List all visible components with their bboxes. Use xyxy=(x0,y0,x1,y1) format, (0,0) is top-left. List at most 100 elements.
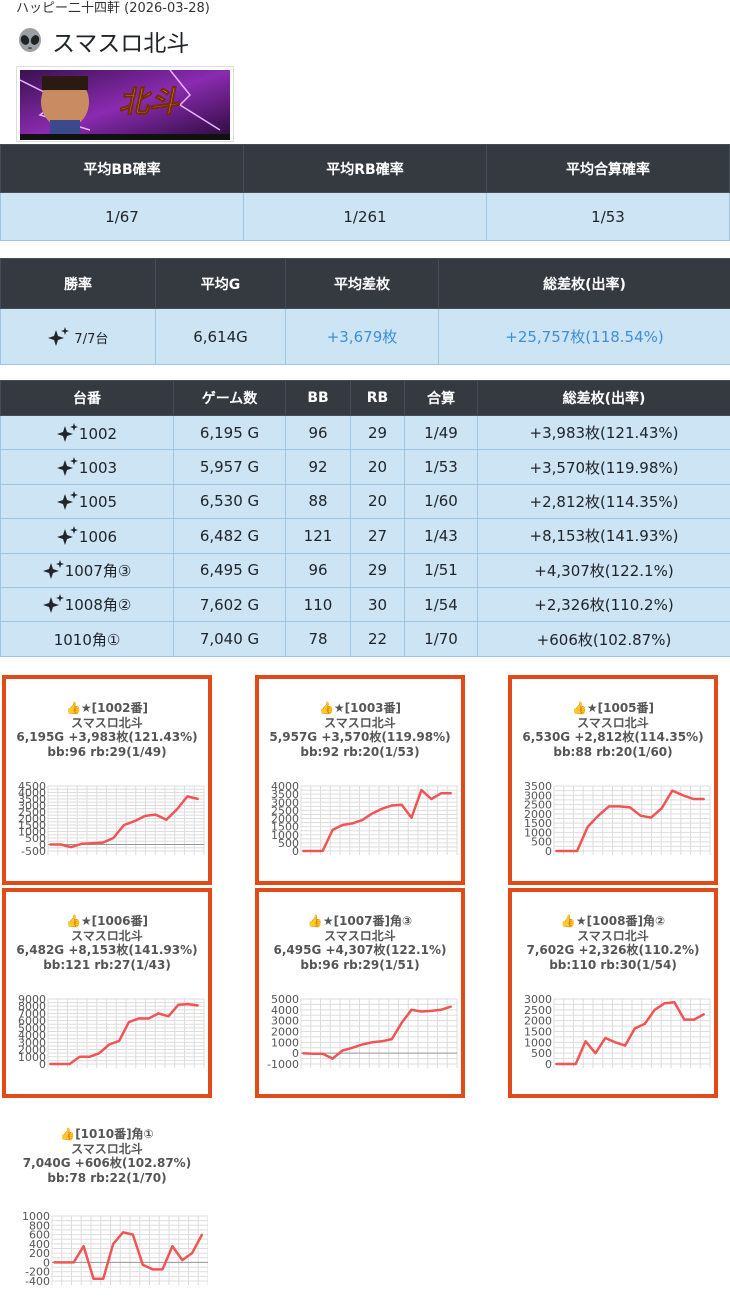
data-point xyxy=(703,798,705,800)
data-point xyxy=(585,1040,587,1042)
machine-id[interactable]: 1010角① xyxy=(54,631,121,649)
bb-cell: 92 xyxy=(286,450,351,484)
data-point xyxy=(322,850,324,852)
machine-id-cell[interactable]: 1002 xyxy=(1,416,174,450)
chart-card[interactable]: 👍★[1006番]スマスロ北斗6,482G +8,153枚(141.93%)bb… xyxy=(2,888,212,1098)
diff-cell: +4,307枚(122.1%) xyxy=(478,553,730,587)
data-point xyxy=(102,1278,104,1280)
data-point xyxy=(187,1003,189,1005)
machine-id[interactable]: 1003 xyxy=(79,459,117,477)
data-point xyxy=(420,789,422,791)
bb-cell: 78 xyxy=(286,622,351,656)
data-point xyxy=(587,826,589,828)
data-point xyxy=(197,1005,199,1007)
total-cell: 1/60 xyxy=(405,484,478,518)
games-cell: 6,495 G xyxy=(174,553,286,587)
table-row[interactable]: 10035,957 G92201/53+3,570枚(119.98%) xyxy=(1,450,730,484)
data-point xyxy=(98,1052,100,1054)
data-point xyxy=(361,1044,363,1046)
chart-card[interactable]: 👍★[1008番]角②スマスロ北斗7,602G +2,326枚(110.2%)b… xyxy=(508,888,718,1098)
chart-card[interactable]: 👍★[1005番]スマスロ北斗6,530G +2,812枚(114.35%)bb… xyxy=(508,675,718,885)
table-row[interactable]: 10066,482 G121271/43+8,153枚(141.93%) xyxy=(1,519,730,553)
data-point xyxy=(608,805,610,807)
data-point xyxy=(128,1021,130,1023)
bb-cell: 96 xyxy=(286,553,351,587)
header-machine-id: 台番 xyxy=(1,381,174,416)
sparkle-icon xyxy=(57,491,79,511)
stats-table: 勝率 平均G 平均差枚 総差枚(出率) 7/7台 6,614G +3,679枚 … xyxy=(0,258,730,365)
diff-cell: +3,983枚(121.43%) xyxy=(478,416,730,450)
table-row[interactable]: 10026,195 G96291/49+3,983枚(121.43%) xyxy=(1,416,730,450)
table-row[interactable]: 1010角①7,040 G78221/70+606枚(102.87%) xyxy=(1,622,730,656)
machine-id-cell[interactable]: 1006 xyxy=(1,519,174,553)
total-cell: 1/53 xyxy=(405,450,478,484)
data-point xyxy=(122,1231,124,1233)
diff-cell: +8,153枚(141.93%) xyxy=(478,519,730,553)
data-point xyxy=(565,1063,567,1065)
data-point xyxy=(604,1037,606,1039)
data-point xyxy=(411,817,413,819)
series-line xyxy=(303,1007,451,1059)
data-point xyxy=(597,815,599,817)
machine-id[interactable]: 1007角③ xyxy=(65,562,132,580)
data-point xyxy=(351,822,353,824)
value-avg-rb: 1/261 xyxy=(244,193,487,241)
games-cell: 6,482 G xyxy=(174,519,286,553)
machine-id-cell[interactable]: 1005 xyxy=(1,484,174,518)
data-point xyxy=(629,806,631,808)
line-chart: 40003500300025002000150010005000 xyxy=(259,679,461,881)
data-point xyxy=(450,792,452,794)
sparkle-icon xyxy=(48,327,70,347)
table-row[interactable]: 1007角③6,495 G96291/51+4,307枚(122.1%) xyxy=(1,553,730,587)
data-point xyxy=(420,1011,422,1013)
machine-id-cell[interactable]: 1007角③ xyxy=(1,553,174,587)
data-point xyxy=(391,805,393,807)
machine-id[interactable]: 1006 xyxy=(79,528,117,546)
data-point xyxy=(664,1002,666,1004)
data-point xyxy=(63,1261,65,1263)
series-line xyxy=(303,790,451,851)
probability-summary-table: 平均BB確率 平均RB確率 平均合算確率 1/67 1/261 1/53 xyxy=(0,144,730,241)
machine-id[interactable]: 1005 xyxy=(79,493,117,511)
machine-id[interactable]: 1002 xyxy=(79,425,117,443)
chart-card[interactable]: 👍[1010番]角①スマスロ北斗7,040G +606枚(102.87%)bb:… xyxy=(2,1101,212,1311)
data-point xyxy=(123,824,125,826)
data-point xyxy=(322,1053,324,1055)
sparkle-icon xyxy=(57,526,79,546)
machine-id-cell[interactable]: 1010角① xyxy=(1,622,174,656)
sparkle-icon xyxy=(57,423,79,443)
breadcrumb[interactable]: ハッピー二十四軒 (2026-03-28) xyxy=(16,0,210,17)
data-point xyxy=(566,850,568,852)
data-point xyxy=(132,1234,134,1236)
data-point xyxy=(312,850,314,852)
avg-diff-value: +3,679枚 xyxy=(286,309,439,365)
header-total: 合算 xyxy=(405,381,478,416)
data-point xyxy=(108,1044,110,1046)
machine-id[interactable]: 1008角② xyxy=(65,596,132,614)
data-point xyxy=(371,1041,373,1043)
chart-card[interactable]: 👍★[1007番]角③スマスロ北斗6,495G +4,307枚(122.1%)b… xyxy=(255,888,465,1098)
header-avg-bb: 平均BB確率 xyxy=(1,145,244,193)
data-point xyxy=(654,1009,656,1011)
total-cell: 1/54 xyxy=(405,587,478,621)
game-banner[interactable]: 北斗 xyxy=(16,66,234,142)
chart-card[interactable]: 👍★[1002番]スマスロ北斗6,195G +3,983枚(121.43%)bb… xyxy=(2,675,212,885)
machine-id-cell[interactable]: 1003 xyxy=(1,450,174,484)
data-point xyxy=(450,1006,452,1008)
data-point xyxy=(162,1268,164,1270)
data-point xyxy=(430,798,432,800)
data-point xyxy=(83,1245,85,1247)
bb-cell: 88 xyxy=(286,484,351,518)
header-total-diff: 総差枚(出率) xyxy=(478,381,730,416)
data-point xyxy=(73,1261,75,1263)
header-bb: BB xyxy=(286,381,351,416)
value-avg-bb: 1/67 xyxy=(1,193,244,241)
games-cell: 7,602 G xyxy=(174,587,286,621)
table-row[interactable]: 10056,530 G88201/60+2,812枚(114.35%) xyxy=(1,484,730,518)
chart-card[interactable]: 👍★[1003番]スマスロ北斗5,957G +3,570枚(119.98%)bb… xyxy=(255,675,465,885)
rb-cell: 29 xyxy=(351,416,405,450)
machine-id-cell[interactable]: 1008角② xyxy=(1,587,174,621)
table-row[interactable]: 1008角②7,602 G110301/54+2,326枚(110.2%) xyxy=(1,587,730,621)
data-point xyxy=(332,829,334,831)
bb-cell: 110 xyxy=(286,587,351,621)
